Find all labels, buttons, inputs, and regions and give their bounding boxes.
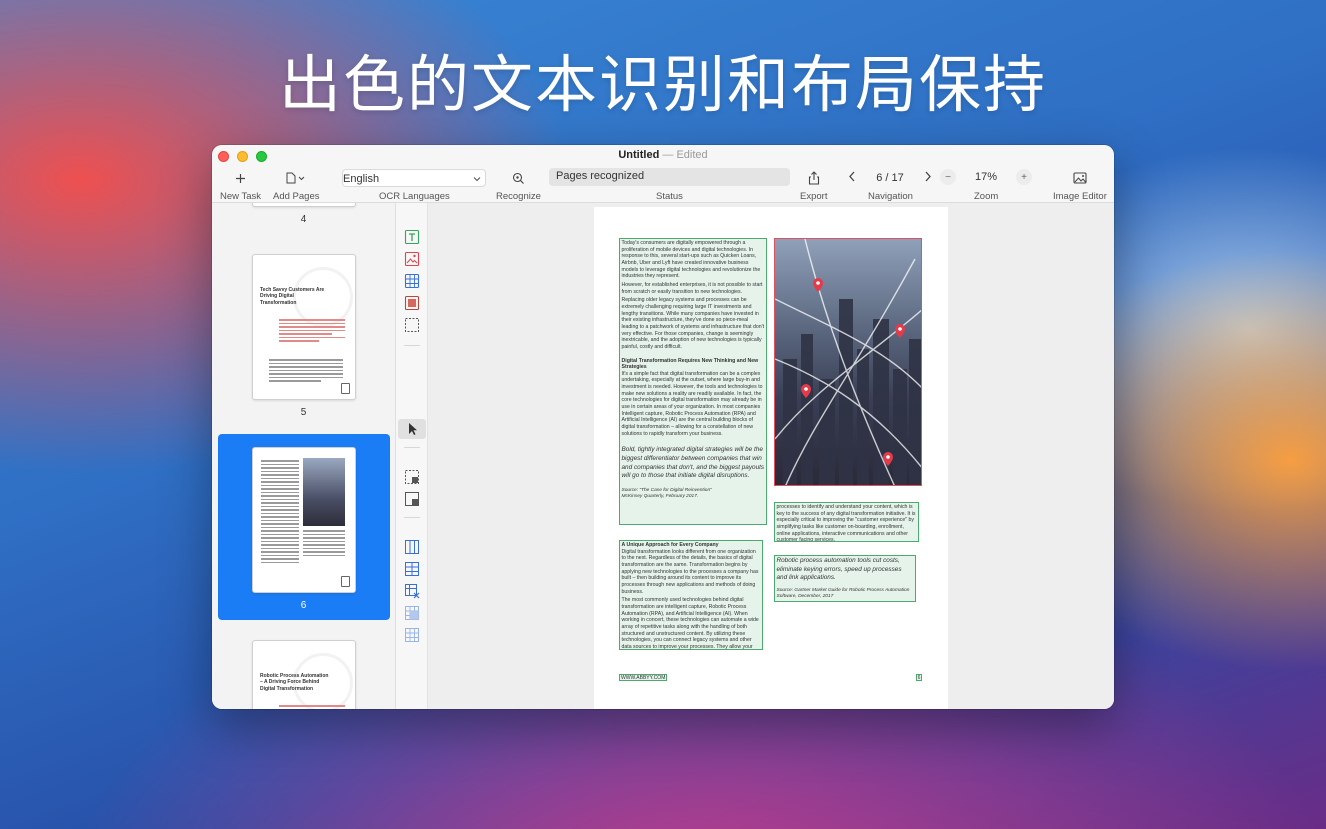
hero-title: 出色的文本识别和布局保持: [278, 48, 1047, 121]
page-number-zone[interactable]: 6: [916, 674, 922, 681]
paragraph: The most commonly used technologies behi…: [621, 597, 759, 650]
page-thumbnail[interactable]: [252, 203, 356, 207]
add-row-separator-tool[interactable]: [404, 561, 420, 577]
new-task-button[interactable]: [229, 169, 251, 187]
page-thumbnail[interactable]: Robotic Process Automation – A Driving F…: [252, 640, 356, 709]
image-icon: [1069, 169, 1091, 187]
section-heading: Digital Transformation Requires New Thin…: [621, 357, 759, 371]
remove-region-tool[interactable]: [404, 491, 420, 507]
paragraph: Today's consumers are digitally empowere…: [621, 240, 761, 280]
tool-separator: [404, 345, 420, 346]
zoom-group: − 17% +: [940, 168, 1032, 186]
app-window: Untitled — Edited New Task Add Pages Eng…: [212, 145, 1114, 709]
thumbnail-red-text: [279, 319, 345, 344]
zoom-in-button[interactable]: +: [1016, 169, 1032, 185]
new-task-label: New Task: [220, 191, 262, 202]
pull-quote: Robotic process automation tools cut cos…: [776, 557, 902, 582]
status-field: Pages recognized: [549, 168, 790, 186]
paragraph: Replacing older legacy systems and proce…: [621, 297, 765, 350]
page-number: 4: [300, 214, 307, 225]
export-label: Export: [800, 191, 828, 202]
status-label: Status: [656, 191, 683, 202]
document-icon: [341, 576, 350, 587]
recognize-button[interactable]: [507, 169, 529, 187]
add-column-separator-tool[interactable]: [404, 539, 420, 555]
tool-separator: [404, 517, 420, 518]
next-page-button[interactable]: [924, 171, 932, 185]
text-zone[interactable]: A Unique Approach for Every Company Digi…: [619, 540, 763, 650]
image-editor-label: Image Editor: [1053, 191, 1107, 202]
page-thumbnail[interactable]: Tech Savvy Customers Are Driving Digital…: [252, 254, 356, 400]
text-zone[interactable]: processes to identify and understand you…: [774, 502, 919, 542]
title-separator: —: [662, 149, 674, 161]
zone-text-content: A Unique Approach for Every Company Digi…: [620, 541, 762, 650]
zone-text-content: Robotic process automation tools cut cos…: [775, 556, 915, 601]
picture-area-tool[interactable]: [404, 251, 420, 267]
navigation-label: Navigation: [868, 191, 913, 202]
chevron-down-icon: [473, 173, 485, 185]
add-pages-icon: [283, 169, 309, 187]
text-zone[interactable]: Today's consumers are digitally empowere…: [619, 238, 767, 525]
pointer-tool[interactable]: [404, 421, 420, 437]
ocr-languages-label: OCR Languages: [379, 191, 450, 202]
share-icon: [803, 169, 825, 187]
image-editor-button[interactable]: [1069, 169, 1091, 187]
tool-separator: [404, 447, 420, 448]
thumbnail-body-text: [261, 460, 299, 565]
add-region-tool[interactable]: [404, 469, 420, 485]
city-photo: [775, 239, 921, 485]
document-canvas[interactable]: Today's consumers are digitally empowere…: [428, 203, 1114, 709]
titlebar: Untitled — Edited New Task Add Pages Eng…: [212, 145, 1114, 203]
export-button[interactable]: [803, 169, 825, 187]
edited-indicator: Edited: [676, 149, 708, 161]
zone-text-content: Today's consumers are digitally empowere…: [620, 239, 766, 501]
text-area-tool[interactable]: [404, 229, 420, 245]
thumbnail-title: Robotic Process Automation – A Driving F…: [260, 673, 329, 692]
pull-quote: Bold, tightly integrated digital strateg…: [621, 446, 765, 480]
paragraph: Digital transformation looks different f…: [621, 548, 759, 595]
ocr-language-value: English: [343, 173, 380, 185]
window-title: Untitled — Edited: [212, 149, 1114, 161]
paragraph: processes to identify and understand you…: [776, 504, 916, 542]
quote-source: McKinsey Quarterly, February 2017.: [621, 494, 699, 500]
plus-icon: [229, 169, 251, 187]
text-zone[interactable]: Robotic process automation tools cut cos…: [774, 555, 916, 602]
background-picture-tool[interactable]: [404, 295, 420, 311]
area-tools-strip: [396, 203, 428, 709]
zoom-out-button[interactable]: −: [940, 169, 956, 185]
thumbnail-title: Tech Savvy Customers Are Driving Digital…: [260, 287, 325, 306]
recognize-icon: [507, 169, 529, 187]
paragraph: However, for established enterprises, it…: [621, 281, 763, 295]
select-area-tool[interactable]: [404, 317, 420, 333]
thumbnail-body-text: [269, 359, 343, 384]
merge-cells-tool[interactable]: [404, 605, 420, 621]
zoom-value: 17%: [974, 171, 998, 183]
thumbnail-image: [303, 458, 345, 526]
document-title: Untitled: [618, 149, 660, 161]
page-number: 5: [300, 407, 307, 418]
thumbnail-body-text: [303, 530, 345, 558]
page-thumbnail-selected[interactable]: [252, 447, 356, 593]
add-pages-button[interactable]: [283, 169, 309, 187]
page-thumbnails-sidebar[interactable]: 4 Tech Savvy Customers Are Driving Digit…: [212, 203, 396, 709]
page-number: 6: [300, 600, 307, 611]
add-pages-label: Add Pages: [273, 191, 320, 202]
recognize-label: Recognize: [496, 191, 541, 202]
quote-source: Software, December, 2017: [776, 594, 834, 600]
section-heading: A Unique Approach for Every Company: [621, 542, 719, 548]
table-area-tool[interactable]: [404, 273, 420, 289]
thumbnail-red-text: [279, 705, 345, 709]
paragraph: It's a simple fact that digital transfor…: [621, 370, 763, 437]
page-indicator: 6 / 17: [876, 172, 904, 184]
delete-separator-tool[interactable]: [404, 583, 420, 599]
document-page: Today's consumers are digitally empowere…: [594, 207, 948, 709]
split-cells-tool[interactable]: [404, 627, 420, 643]
footer-link[interactable]: WWW.ABBYY.COM: [619, 674, 667, 681]
navigation-group: 6 / 17: [848, 169, 932, 187]
document-icon: [341, 383, 350, 394]
zoom-label: Zoom: [974, 191, 999, 202]
previous-page-button[interactable]: [848, 171, 856, 185]
ocr-language-select[interactable]: English: [342, 169, 486, 187]
picture-zone[interactable]: [774, 238, 922, 486]
